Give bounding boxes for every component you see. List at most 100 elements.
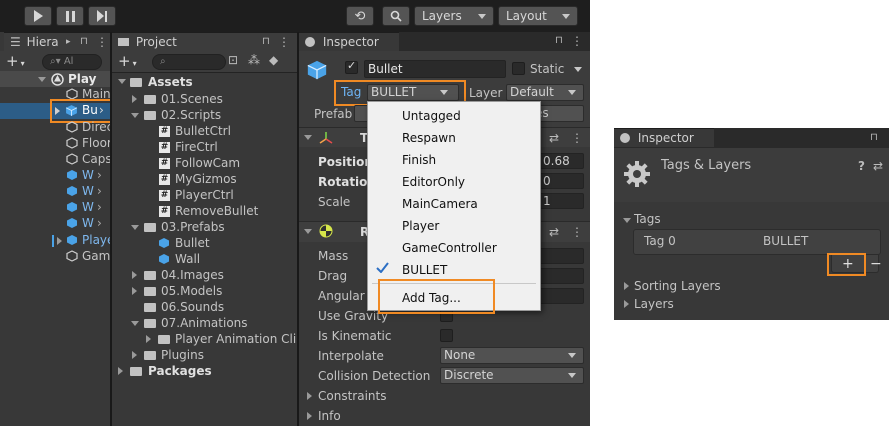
position-z-field[interactable]: 0.68: [539, 153, 584, 169]
expand-arrow-icon[interactable]: [132, 271, 137, 279]
settings-icon[interactable]: ⇄: [549, 225, 559, 239]
menu-item-untagged[interactable]: Untagged: [402, 109, 461, 123]
lock-icon[interactable]: ⊓: [555, 34, 563, 48]
expand-arrow-icon[interactable]: [624, 282, 629, 290]
expand-arrow-icon[interactable]: [118, 367, 123, 375]
expand-arrow-icon[interactable]: [307, 412, 312, 420]
settings-icon[interactable]: ⇄: [549, 131, 559, 145]
more-options-icon[interactable]: ⋮: [571, 225, 583, 239]
more-options-icon[interactable]: ⋮: [278, 33, 290, 51]
project-file[interactable]: FollowCam: [175, 156, 240, 170]
settings-icon[interactable]: ⇄: [873, 159, 883, 173]
search-by-type-icon[interactable]: ⊡: [228, 53, 238, 67]
menu-item-respawn[interactable]: Respawn: [402, 131, 456, 145]
hierarchy-item[interactable]: W: [82, 168, 94, 182]
open-prefab-icon[interactable]: ›: [97, 168, 102, 182]
project-folder[interactable]: 07.Animations: [161, 316, 248, 330]
hierarchy-item[interactable]: W: [82, 184, 94, 198]
hierarchy-search-input[interactable]: ⌕▾ Al: [42, 54, 102, 70]
layers-dropdown[interactable]: Layers: [414, 6, 494, 26]
menu-item-gamecontroller[interactable]: GameController: [402, 241, 497, 255]
step-button[interactable]: [88, 6, 116, 26]
tags-foldout[interactable]: Tags: [634, 212, 661, 226]
play-button[interactable]: [24, 6, 52, 26]
mass-field[interactable]: [539, 248, 584, 264]
tab-menu-icon[interactable]: ▸: [66, 33, 71, 51]
expand-arrow-icon[interactable]: [131, 113, 139, 118]
hierarchy-item[interactable]: W: [82, 216, 94, 230]
hierarchy-item[interactable]: Caps: [82, 152, 112, 166]
tag-icon[interactable]: ◆: [269, 53, 278, 67]
lock-icon[interactable]: ⊓: [80, 33, 88, 51]
open-prefab-icon[interactable]: ›: [97, 216, 102, 230]
project-folder[interactable]: Plugins: [161, 348, 204, 362]
project-file[interactable]: MyGizmos: [175, 172, 237, 186]
more-options-icon[interactable]: ⋮: [571, 34, 583, 48]
collision-detection-dropdown[interactable]: Discrete: [440, 367, 584, 384]
expand-arrow-icon[interactable]: [38, 77, 46, 82]
scale-z-field[interactable]: 1: [539, 193, 584, 209]
expand-arrow-icon[interactable]: [624, 300, 629, 308]
create-button[interactable]: + ▾: [6, 53, 25, 72]
project-folder[interactable]: 03.Prefabs: [161, 220, 225, 234]
menu-item-finish[interactable]: Finish: [402, 153, 436, 167]
project-file[interactable]: FireCtrl: [175, 140, 218, 154]
expand-arrow-icon[interactable]: [131, 225, 139, 230]
chevron-down-icon[interactable]: [574, 67, 582, 72]
more-options-icon[interactable]: ⋮: [96, 33, 108, 51]
expand-arrow-icon[interactable]: [57, 237, 62, 245]
project-folder[interactable]: 01.Scenes: [161, 92, 223, 106]
layout-dropdown[interactable]: Layout: [498, 6, 578, 26]
project-folder[interactable]: 02.Scripts: [161, 108, 221, 122]
open-prefab-icon[interactable]: ›: [97, 184, 102, 198]
hierarchy-item[interactable]: Direc: [82, 120, 113, 134]
more-options-icon[interactable]: ⋮: [571, 131, 583, 145]
expand-arrow-icon[interactable]: [146, 335, 151, 343]
tab-project[interactable]: Project ⊓ ⋮: [112, 32, 297, 51]
expand-arrow-icon[interactable]: [304, 229, 312, 234]
project-folder[interactable]: Player Animation Clip: [175, 332, 304, 346]
info-foldout[interactable]: Info: [318, 409, 341, 423]
project-file[interactable]: Wall: [175, 252, 200, 266]
hierarchy-item[interactable]: W: [82, 200, 94, 214]
project-file[interactable]: BulletCtrl: [175, 124, 231, 138]
sorting-layers-foldout[interactable]: Sorting Layers: [634, 279, 721, 293]
create-button[interactable]: + ▾: [118, 53, 137, 72]
expand-arrow-icon[interactable]: [304, 135, 312, 140]
menu-item-editoronly[interactable]: EditorOnly: [402, 175, 465, 189]
expand-arrow-icon[interactable]: [132, 95, 137, 103]
help-icon[interactable]: ?: [858, 159, 865, 173]
project-file[interactable]: PlayerCtrl: [175, 188, 234, 202]
menu-item-player[interactable]: Player: [402, 219, 439, 233]
project-folder[interactable]: 04.Images: [161, 268, 224, 282]
tab-hierarchy[interactable]: ☰ Hiera ▸ ⊓ ⋮: [4, 32, 110, 51]
expand-arrow-icon[interactable]: [118, 79, 126, 84]
project-folder[interactable]: Packages: [148, 364, 212, 378]
layers-foldout[interactable]: Layers: [634, 297, 674, 311]
history-button[interactable]: ⟲: [346, 6, 374, 26]
tag-row-value[interactable]: BULLET: [763, 234, 808, 248]
hierarchy-item[interactable]: Floor: [82, 136, 112, 150]
lock-icon[interactable]: ⊓: [262, 33, 270, 51]
pause-button[interactable]: [56, 6, 84, 26]
open-prefab-icon[interactable]: ›: [97, 200, 102, 214]
active-checkbox[interactable]: ✓: [345, 59, 358, 74]
search-by-label-icon[interactable]: ⁂: [248, 53, 260, 67]
angular-drag-field[interactable]: [539, 288, 584, 304]
interpolate-dropdown[interactable]: None: [440, 347, 584, 364]
is-kinematic-checkbox[interactable]: [440, 329, 453, 342]
project-file[interactable]: RemoveBullet: [175, 204, 258, 218]
layer-dropdown[interactable]: Default: [506, 84, 584, 101]
tab-inspector[interactable]: Inspector: [614, 128, 714, 147]
expand-arrow-icon[interactable]: [131, 321, 139, 326]
project-folder[interactable]: 06.Sounds: [161, 300, 224, 314]
expand-arrow-icon[interactable]: [307, 392, 312, 400]
tab-inspector[interactable]: Inspector: [299, 32, 399, 51]
constraints-foldout[interactable]: Constraints: [318, 389, 386, 403]
project-folder[interactable]: Assets: [148, 75, 193, 89]
project-file[interactable]: Bullet: [175, 236, 210, 250]
project-search-input[interactable]: ⌕: [152, 54, 226, 70]
rotation-z-field[interactable]: 0: [539, 173, 584, 189]
object-name-field[interactable]: Bullet: [364, 60, 506, 78]
project-folder[interactable]: 05.Models: [161, 284, 222, 298]
